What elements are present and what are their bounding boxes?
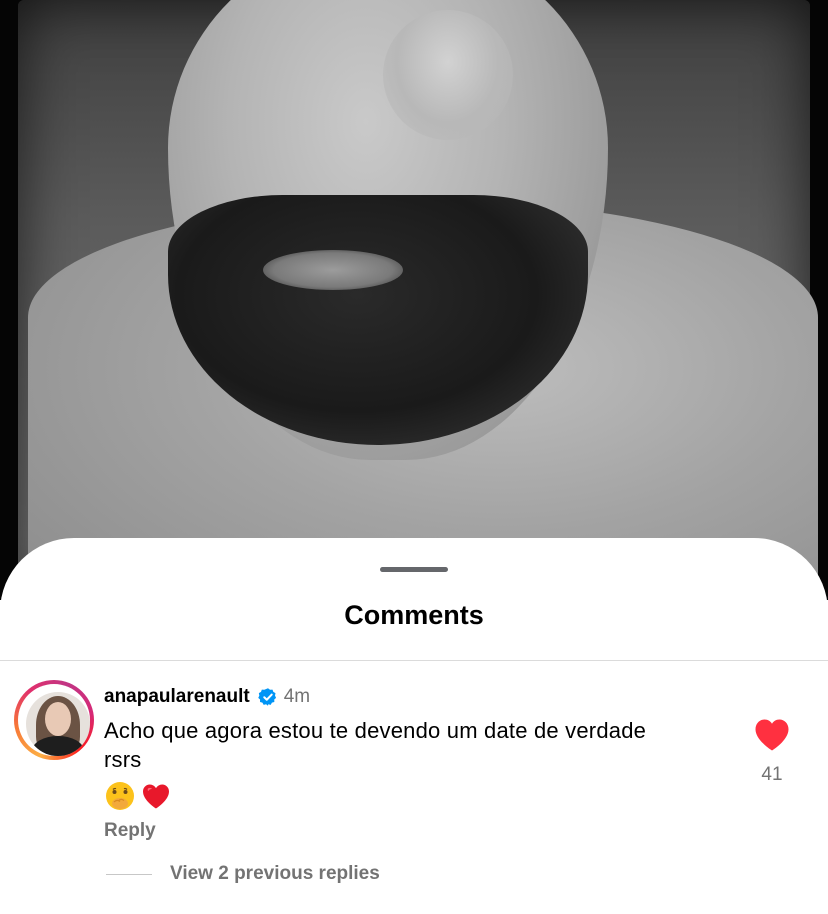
portrait-mouth [263,250,403,290]
story-photo [0,0,828,600]
view-previous-replies-button[interactable]: View 2 previous replies [106,863,380,885]
red-heart-emoji-icon [140,780,172,812]
comment-timestamp: 4m [283,686,311,707]
portrait-image [18,0,818,600]
avatar[interactable] [26,692,90,756]
reply-button[interactable]: Reply [104,820,156,842]
comment-username[interactable]: anapaularenault [104,686,250,708]
verified-badge-icon [257,687,278,707]
replies-divider-line [106,873,152,875]
view-previous-replies-label: View 2 previous replies [170,863,380,884]
face-with-hand-over-mouth-emoji-icon [104,780,136,812]
like-count: 41 [761,764,783,785]
sheet-grabber-handle[interactable] [380,567,448,572]
sheet-title: Comments [344,600,484,630]
sheet-divider [0,660,828,661]
heart-icon[interactable] [754,718,790,752]
comment-header: anapaularenault 4m [104,684,310,710]
comment-emoji-row [104,780,172,812]
comment-text: Acho que agora estou te devendo um date … [104,718,647,772]
portrait-nose [383,10,513,140]
avatar-story-ring[interactable] [14,680,94,760]
